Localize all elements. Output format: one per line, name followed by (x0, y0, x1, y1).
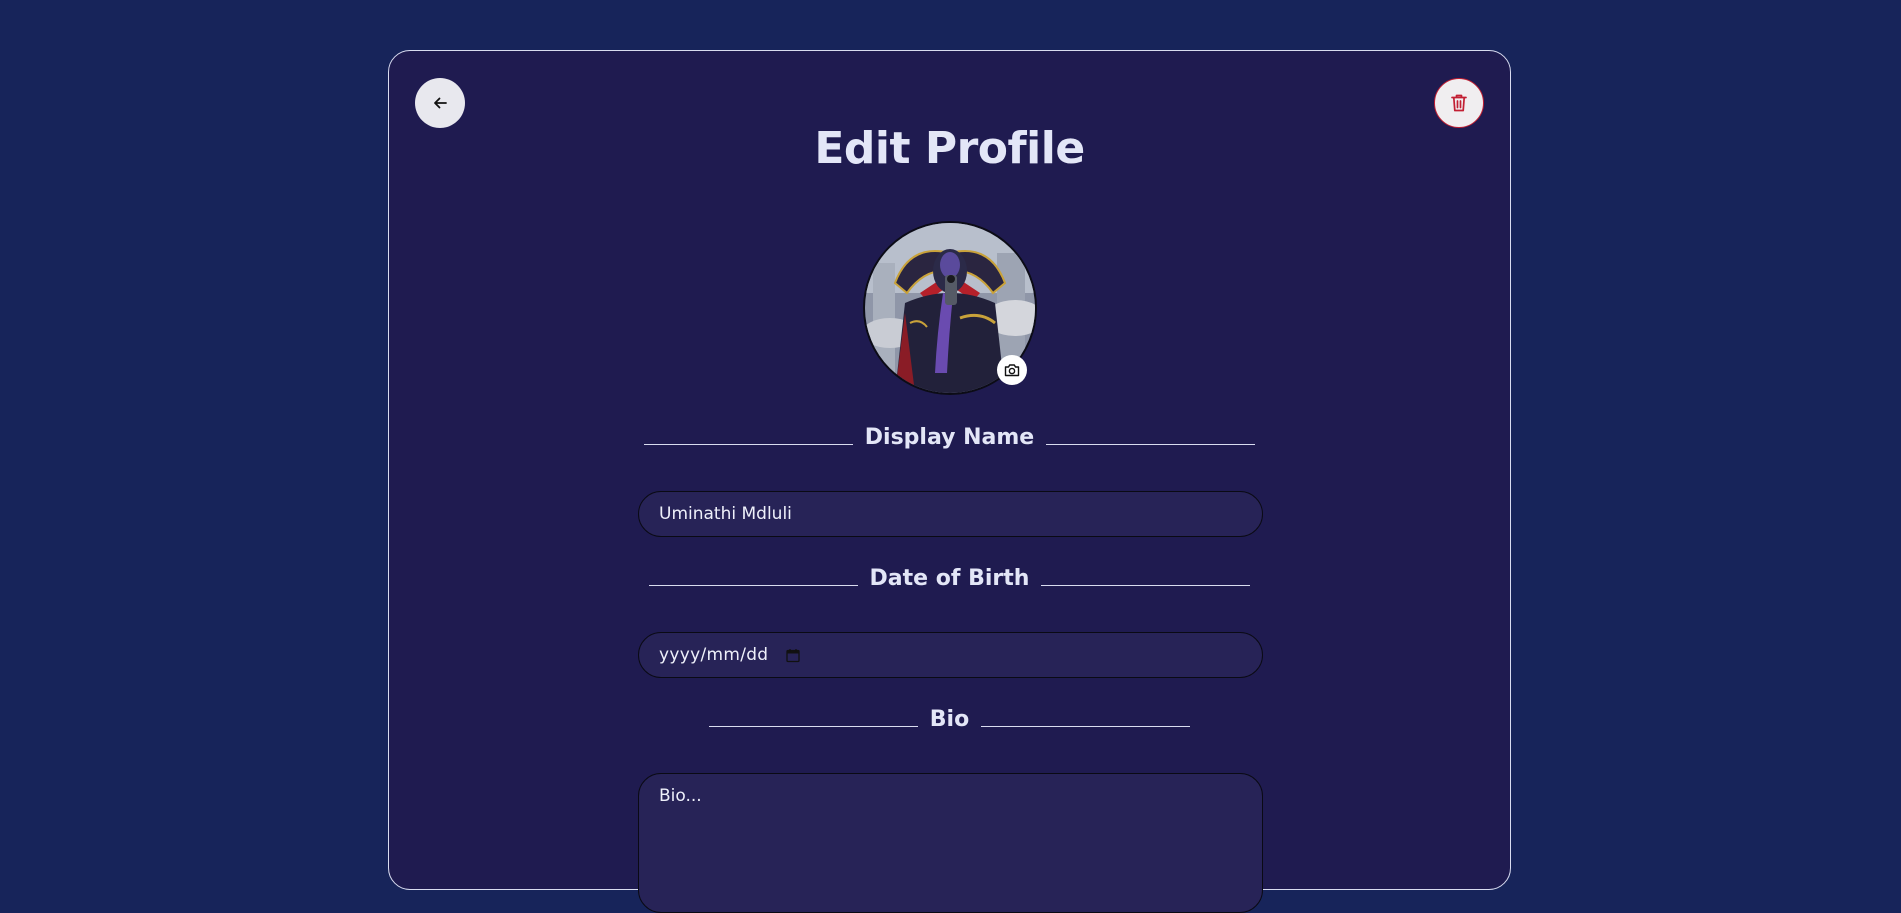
avatar-container (863, 221, 1037, 395)
divider-line (981, 725, 1191, 728)
date-placeholder: yyyy/mm/dd (659, 645, 769, 665)
divider-line (708, 725, 918, 728)
bio-label: Bio (929, 707, 970, 732)
display-name-input[interactable]: Uminathi Mdluli (638, 491, 1263, 537)
edit-profile-card: Edit Profile Display Name Uminathi Mdlul… (388, 50, 1511, 913)
date-of-birth-section: Date of Birth (389, 566, 1510, 591)
bio-placeholder: Bio... (659, 786, 702, 806)
back-button[interactable] (415, 78, 465, 128)
delete-profile-button[interactable] (1434, 78, 1484, 128)
divider-line (643, 443, 853, 446)
display-name-value: Uminathi Mdluli (659, 504, 792, 524)
calendar-icon[interactable] (786, 648, 801, 663)
bio-textarea[interactable]: Bio... (638, 773, 1263, 913)
date-of-birth-input[interactable]: yyyy/mm/dd (638, 632, 1263, 678)
display-name-label: Display Name (864, 425, 1035, 450)
change-photo-button[interactable] (997, 355, 1027, 385)
divider-line (1046, 443, 1256, 446)
trash-icon (1451, 94, 1467, 112)
display-name-section: Display Name (389, 425, 1510, 450)
divider-line (648, 584, 858, 587)
page-title: Edit Profile (814, 123, 1085, 174)
arrow-left-icon (434, 97, 447, 109)
date-of-birth-label: Date of Birth (869, 566, 1030, 591)
camera-icon (1004, 364, 1020, 377)
bio-section: Bio (389, 707, 1510, 732)
divider-line (1041, 584, 1251, 587)
